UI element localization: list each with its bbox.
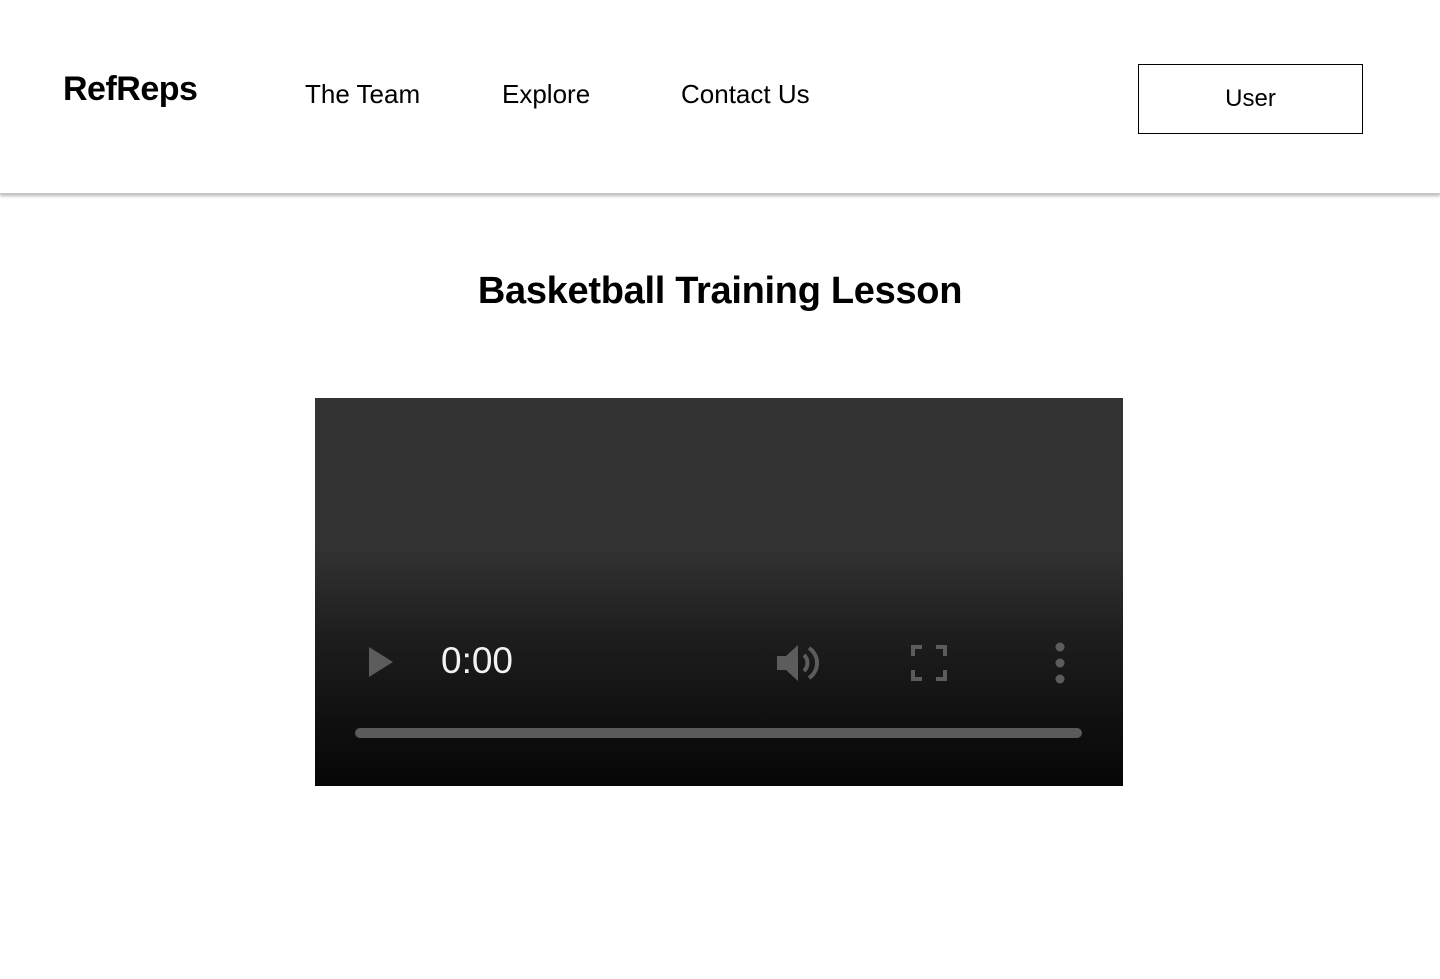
volume-icon[interactable] xyxy=(773,640,827,686)
nav-link-contact-us[interactable]: Contact Us xyxy=(681,79,810,110)
page-title: Basketball Training Lesson xyxy=(477,270,963,312)
nav-link-explore[interactable]: Explore xyxy=(502,79,590,110)
more-vertical-icon[interactable] xyxy=(1045,640,1075,686)
progress-bar[interactable] xyxy=(355,728,1082,738)
fullscreen-icon[interactable] xyxy=(907,642,951,684)
time-display: 0:00 xyxy=(441,640,514,681)
play-icon[interactable] xyxy=(359,642,399,682)
user-button[interactable]: User xyxy=(1138,64,1363,134)
site-header: RefReps The Team Explore Contact Us User xyxy=(0,0,1440,194)
logo[interactable]: RefReps xyxy=(63,70,198,109)
nav-link-the-team[interactable]: The Team xyxy=(305,79,420,110)
video-player[interactable]: 0:00 xyxy=(315,398,1123,786)
